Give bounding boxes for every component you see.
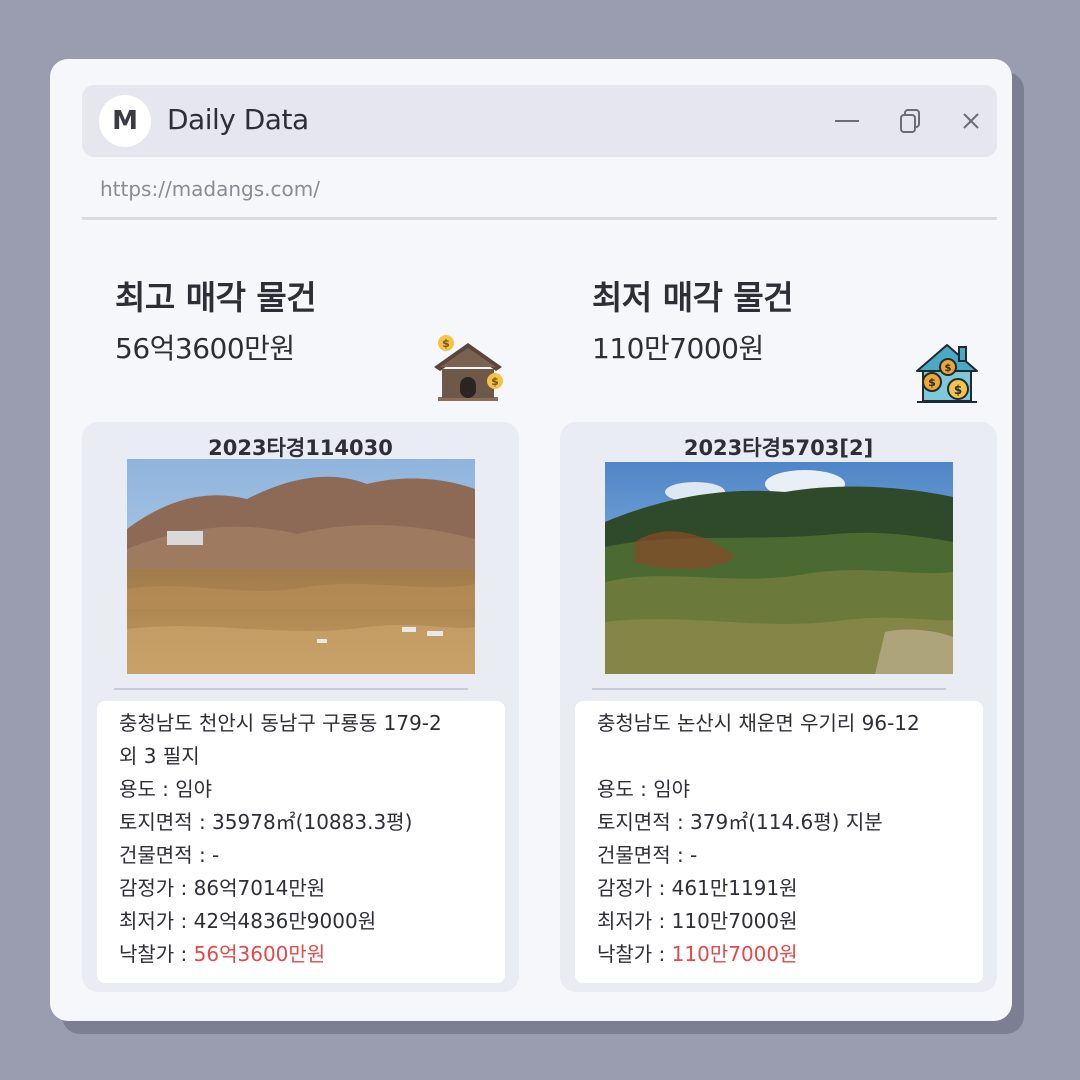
restore-icon[interactable]: [895, 105, 927, 137]
lowest-property-card[interactable]: 2023타경5703[2] 충청남도 논산시 채운면 우기리 96-12 용도 …: [560, 422, 997, 992]
card-divider: [592, 688, 946, 690]
building-area: 건물면적 : -: [119, 843, 220, 867]
property-photo[interactable]: [127, 459, 475, 674]
property-photo[interactable]: [605, 462, 953, 674]
usage: 용도 : 임야: [597, 777, 691, 801]
lowest-amount: 110만7000원: [592, 332, 764, 365]
usage: 용도 : 임야: [119, 777, 213, 801]
lowest-heading: 최저 매각 물건: [592, 278, 794, 317]
highest-amount: 56억3600만원: [115, 332, 295, 365]
address: 충청남도 천안시 동남구 구룡동 179-2: [119, 711, 442, 735]
house-coins-icon: $ $ $: [915, 339, 979, 405]
app-title: Daily Data: [167, 103, 309, 136]
address-continued: 외 3 필지: [119, 744, 200, 768]
card-divider: [114, 688, 468, 690]
property-details: 충청남도 논산시 채운면 우기리 96-12 용도 : 임야 토지면적 : 37…: [575, 701, 983, 983]
close-icon[interactable]: [955, 105, 987, 137]
winning-bid-label: 낙찰가 :: [597, 942, 672, 966]
url-text[interactable]: https://madangs.com/: [100, 177, 320, 201]
appraisal-price: 감정가 : 86억7014만원: [119, 876, 326, 900]
svg-text:$: $: [442, 337, 450, 350]
browser-window: M Daily Data https://madangs.com/ 최고 매각 …: [50, 59, 1012, 1021]
land-area: 토지면적 : 379㎡(114.6평) 지분: [597, 810, 883, 834]
address: 충청남도 논산시 채운면 우기리 96-12: [597, 711, 920, 735]
winning-bid-price: 110만7000원: [671, 942, 798, 966]
minimum-price: 최저가 : 42억4836만9000원: [119, 909, 377, 933]
minimum-price: 최저가 : 110만7000원: [597, 909, 798, 933]
highest-property-card[interactable]: 2023타경114030 충청남도 천안시 동남구 구룡동 179-2 외 3 …: [82, 422, 519, 992]
winning-bid: 낙찰가 : 56억3600만원: [119, 938, 495, 971]
case-number: 2023타경5703[2]: [683, 436, 874, 460]
app-logo: M: [99, 95, 151, 147]
svg-text:$: $: [954, 383, 962, 397]
property-details: 충청남도 천안시 동남구 구룡동 179-2 외 3 필지 용도 : 임야 토지…: [97, 701, 505, 983]
building-area: 건물면적 : -: [597, 843, 698, 867]
svg-text:$: $: [928, 376, 936, 389]
minimize-icon[interactable]: [831, 105, 863, 137]
winning-bid-label: 낙찰가 :: [119, 942, 194, 966]
appraisal-price: 감정가 : 461만1191원: [597, 876, 798, 900]
land-area: 토지면적 : 35978㎡(10883.3평): [119, 810, 413, 834]
title-bar: M Daily Data: [82, 85, 997, 157]
svg-text:$: $: [491, 375, 499, 388]
house-money-icon: $ $: [432, 331, 506, 405]
winning-bid-price: 56억3600만원: [193, 942, 326, 966]
case-number: 2023타경114030: [208, 436, 393, 460]
winning-bid: 낙찰가 : 110만7000원: [597, 938, 973, 971]
svg-text:$: $: [945, 363, 952, 374]
highest-heading: 최고 매각 물건: [115, 278, 317, 317]
url-divider: [82, 217, 997, 220]
